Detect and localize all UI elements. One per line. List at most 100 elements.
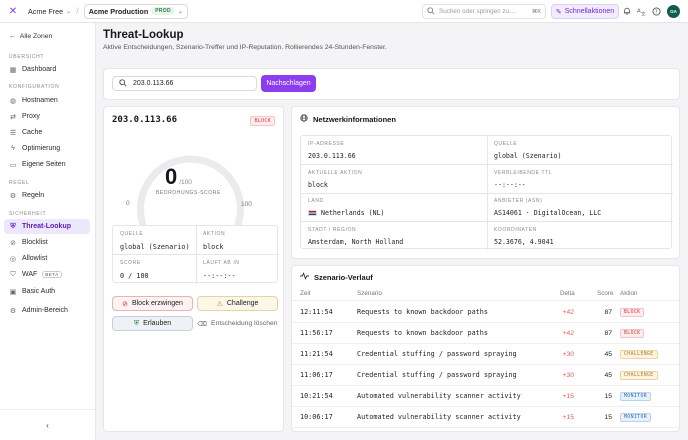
section-label-rule: REGEL: [9, 180, 30, 186]
net-value-row: Netherlands (NL): [308, 209, 487, 217]
cell-scenario: Credential stuffing / password spraying: [357, 371, 517, 379]
net-value: Netherlands (NL): [321, 209, 385, 217]
svg-text:文: 文: [641, 10, 646, 15]
chevron-down-icon: ⌄: [66, 8, 72, 15]
global-search[interactable]: Suchen oder springen zu… ⌘K: [422, 4, 546, 19]
sidebar-item-basic-auth[interactable]: ▣ Basic Auth: [4, 284, 90, 299]
sidebar-item-proxy[interactable]: ⇄ Proxy: [4, 109, 90, 124]
info-value: --:--:--: [203, 272, 236, 280]
table-row[interactable]: 12:11:54 Requests to known backdoor paths…: [292, 302, 679, 323]
net-label: LAND: [308, 198, 324, 204]
force-block-button[interactable]: ⊘ Block erzwingen: [112, 296, 193, 311]
page-subtitle: Aktive Entscheidungen, Szenario-Treffer …: [103, 44, 387, 51]
force-block-label: Block erzwingen: [131, 300, 183, 307]
table-row[interactable]: 11:21:54 Credential stuffing / password s…: [292, 344, 679, 365]
page-title: Threat-Lookup: [103, 29, 184, 41]
cell-scenario: Requests to known backdoor paths: [357, 308, 488, 316]
net-label: KOORDINATEN: [494, 226, 537, 233]
sidebar-item-cache[interactable]: ☰ Cache: [4, 125, 90, 140]
net-ip-address: IP-ADRESSE 203.0.113.66: [301, 136, 487, 165]
back-to-zones-link[interactable]: ← Alle Zonen: [9, 33, 52, 40]
action-badge: BLOCK: [620, 328, 645, 338]
table-row[interactable]: 11:06:17 Credential stuffing / password s…: [292, 365, 679, 386]
bell-icon[interactable]: [622, 6, 632, 16]
net-label: STADT / REGION: [308, 226, 357, 233]
action-badge: CHALLENGE: [620, 349, 658, 359]
sparkle-icon: ✎: [555, 8, 562, 16]
cell-delta: +42: [562, 308, 574, 316]
translate-icon[interactable]: A文: [636, 6, 646, 16]
status-badge: BLOCK: [250, 116, 275, 126]
collapse-sidebar-button[interactable]: ‹: [0, 409, 95, 440]
zone-name: Acme Production: [88, 6, 149, 16]
avatar[interactable]: GA: [667, 5, 680, 18]
section-label-config: KONFIGURATION: [9, 84, 60, 90]
lock-icon: ▣: [9, 288, 17, 296]
sidebar-item-label: Proxy: [22, 113, 40, 120]
net-country: LAND Netherlands (NL): [301, 193, 487, 222]
table-row[interactable]: 10:06:17 Automated vulnerability scanner …: [292, 407, 679, 428]
cell-delta: +30: [562, 350, 574, 358]
cell-time: 11:06:17: [300, 371, 333, 379]
sidebar-item-hostnames[interactable]: ◍ Hostnamen: [4, 93, 90, 108]
global-search-placeholder: Suchen oder springen zu…: [439, 8, 516, 15]
challenge-button[interactable]: ⚠ Challenge: [197, 296, 278, 311]
table-row[interactable]: 11:56:17 Requests to known backdoor paths…: [292, 323, 679, 344]
info-score: SCORE 0 / 100: [113, 255, 196, 284]
info-label: LÄUFT AB IN: [203, 260, 240, 266]
sidebar: ← Alle Zonen ÜBERSICHT ▦ Dashboard KONFI…: [0, 23, 96, 440]
quick-actions-button[interactable]: ✎ Schnellaktionen: [551, 4, 619, 19]
history-title-text: Szenario-Verlauf: [314, 272, 373, 282]
sidebar-item-threat-lookup[interactable]: ⛨ Threat-Lookup: [4, 219, 90, 234]
lookup-card: 203.0.113.66 Nachschlagen: [103, 68, 680, 100]
help-icon[interactable]: ?: [651, 6, 661, 16]
ip-search-input[interactable]: 203.0.113.66: [112, 76, 257, 91]
sidebar-item-dashboard[interactable]: ▦ Dashboard: [4, 62, 90, 77]
info-value: block: [203, 243, 224, 251]
cell-action: MONITOR: [620, 407, 652, 427]
gauge-label: BEDROHUNGS-SCORE: [156, 190, 221, 196]
filter-icon: ⚙: [9, 192, 17, 200]
activity-icon: [300, 272, 309, 282]
info-label: AKTION: [203, 231, 226, 237]
sidebar-item-optimization[interactable]: ϟ Optimierung: [4, 141, 90, 156]
svg-text:?: ?: [654, 9, 657, 15]
sidebar-item-admin-area[interactable]: ⚙ Admin-Bereich: [4, 303, 90, 318]
check-circle-icon: ◎: [9, 255, 17, 263]
sidebar-item-pages[interactable]: ▭ Eigene Seiten: [4, 157, 90, 172]
lookup-button[interactable]: Nachschlagen: [261, 75, 316, 92]
sidebar-item-allowlist[interactable]: ◎ Allowlist: [4, 251, 90, 266]
allow-button[interactable]: ⛨ Erlauben: [112, 316, 193, 331]
eraser-icon: ⌫: [197, 320, 208, 328]
cell-scenario: Requests to known backdoor paths: [357, 329, 488, 337]
info-action: AKTION block: [196, 226, 279, 255]
sidebar-item-blocklist[interactable]: ⊘ Blocklist: [4, 235, 90, 250]
zone-switcher[interactable]: Acme Production PROD ⌄: [83, 3, 188, 19]
logo-icon[interactable]: ✕: [8, 6, 18, 17]
clear-decision-button[interactable]: ⌫ Entscheidung löschen: [197, 316, 278, 331]
sidebar-item-waf[interactable]: ⛉ WAF BETA: [4, 267, 90, 282]
cell-time: 11:56:17: [300, 329, 333, 337]
sidebar-item-label: Basic Auth: [22, 288, 56, 295]
net-value: 52.3676, 4.9041: [494, 237, 554, 246]
table-row[interactable]: 10:21:54 Automated vulnerability scanner …: [292, 386, 679, 407]
search-icon: [427, 6, 435, 17]
search-shortcut: ⌘K: [531, 8, 541, 15]
ban-icon: ⊘: [122, 300, 128, 308]
sidebar-item-rules[interactable]: ⚙ Regeln: [4, 188, 90, 203]
breadcrumb-separator: /: [76, 6, 79, 16]
info-label: QUELLE: [120, 231, 144, 237]
warning-icon: ⚠: [216, 300, 223, 308]
cell-time: 10:06:17: [300, 413, 333, 421]
action-badge: MONITOR: [620, 412, 652, 422]
beta-badge: BETA: [42, 271, 62, 278]
clear-decision-label: Entscheidung löschen: [211, 320, 278, 327]
decision-info-grid: QUELLE global (Szenario) AKTION block SC…: [112, 225, 279, 284]
net-value: global (Szenario): [494, 152, 562, 160]
cell-scenario: Automated vulnerability scanner activity: [357, 413, 521, 421]
workspace-switcher[interactable]: Acme Free ⌄: [28, 7, 71, 16]
cell-time: 10:21:54: [300, 392, 333, 400]
grid-icon: ▦: [9, 66, 17, 74]
cell-score: 45: [604, 350, 612, 358]
gauge-score-value: 0: [165, 164, 178, 189]
